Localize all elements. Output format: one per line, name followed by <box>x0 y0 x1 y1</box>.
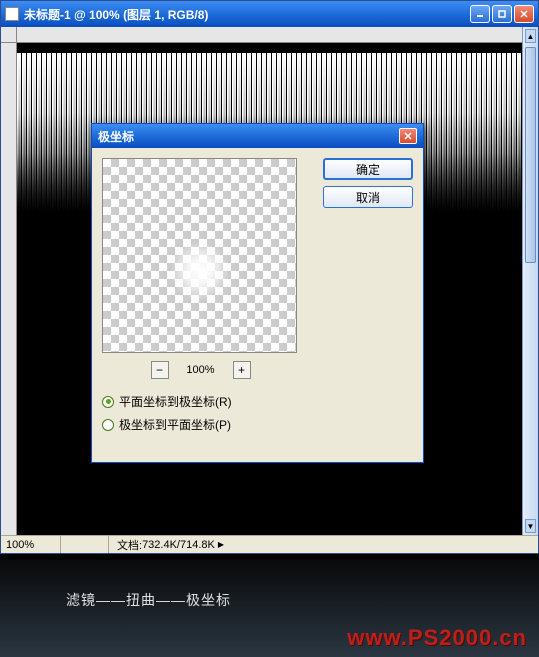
preview-content <box>170 241 230 301</box>
radio-rect-to-polar[interactable]: 平面坐标到极坐标(R) <box>102 393 413 410</box>
ruler-corner <box>1 27 17 43</box>
caption-text: 滤镜——扭曲——极坐标 <box>66 590 231 610</box>
radio-polar-to-rect[interactable]: 极坐标到平面坐标(P) <box>102 416 413 433</box>
vertical-scrollbar[interactable]: ▲ ▼ <box>522 27 538 535</box>
doc-info-label: 文档: <box>117 537 142 553</box>
close-button[interactable] <box>514 5 534 23</box>
zoom-level-field[interactable]: 100% <box>1 536 61 553</box>
minimize-button[interactable] <box>470 5 490 23</box>
conversion-radio-group: 平面坐标到极坐标(R) 极坐标到平面坐标(P) <box>102 393 413 433</box>
document-info[interactable]: 文档: 732.4K/714.8K ▶ <box>109 537 232 553</box>
radio-label: 极坐标到平面坐标(P) <box>119 416 231 433</box>
scrollbar-thumb[interactable] <box>525 47 536 263</box>
status-bar: 100% 文档: 732.4K/714.8K ▶ <box>1 535 538 553</box>
dialog-close-button[interactable] <box>399 128 417 144</box>
radio-label: 平面坐标到极坐标(R) <box>119 393 232 410</box>
horizontal-ruler[interactable] <box>17 27 522 43</box>
zoom-in-button[interactable]: + <box>233 361 251 379</box>
dialog-body: − 100% + 平面坐标到极坐标(R) 极坐标到平面坐标(P) 确定 取消 <box>92 148 423 462</box>
zoom-value: 100% <box>181 364 221 376</box>
radio-icon <box>102 419 114 431</box>
doc-info-size: 732.4K/714.8K <box>142 539 215 551</box>
window-title: 未标题-1 @ 100% (图层 1, RGB/8) <box>24 6 470 23</box>
window-titlebar[interactable]: 未标题-1 @ 100% (图层 1, RGB/8) <box>1 1 538 27</box>
watermark: www.PS2000.cn <box>347 625 527 651</box>
zoom-out-button[interactable]: − <box>151 361 169 379</box>
radio-icon <box>102 396 114 408</box>
ok-button[interactable]: 确定 <box>323 158 413 180</box>
dialog-buttons: 确定 取消 <box>323 158 413 208</box>
scroll-up-arrow[interactable]: ▲ <box>525 29 536 43</box>
doc-info-arrow-icon: ▶ <box>218 540 224 549</box>
cancel-button[interactable]: 取消 <box>323 186 413 208</box>
polar-coordinates-dialog: 极坐标 − 100% + 平面坐标到极坐标(R) 极坐标到平面坐标(P) 确定 … <box>91 123 424 463</box>
window-buttons <box>470 5 534 23</box>
zoom-controls: − 100% + <box>102 361 299 379</box>
caption-area: 滤镜——扭曲——极坐标 www.PS2000.cn <box>0 560 539 657</box>
dialog-titlebar[interactable]: 极坐标 <box>92 124 423 148</box>
maximize-button[interactable] <box>492 5 512 23</box>
document-icon <box>5 7 19 21</box>
preview-box[interactable] <box>102 158 297 353</box>
dialog-title: 极坐标 <box>98 128 399 145</box>
vertical-ruler[interactable] <box>1 43 17 535</box>
scroll-down-arrow[interactable]: ▼ <box>525 519 536 533</box>
